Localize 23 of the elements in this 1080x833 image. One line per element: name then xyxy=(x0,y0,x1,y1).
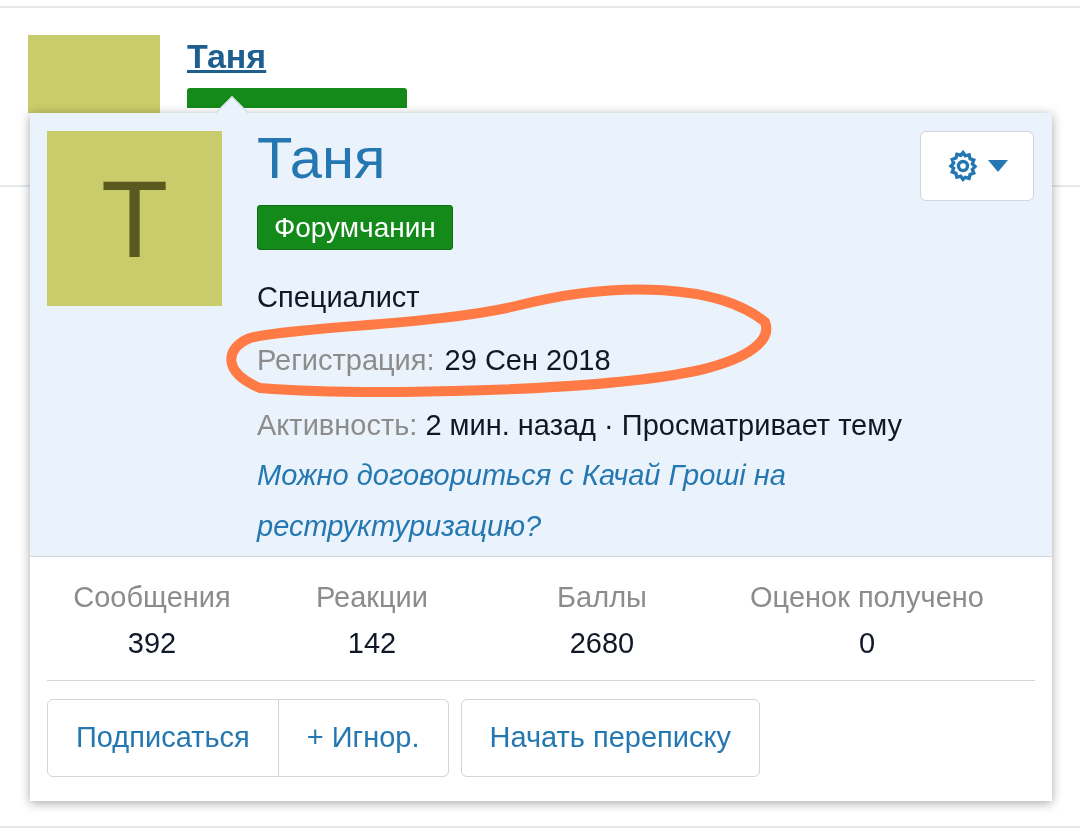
user-name-link[interactable]: Таня xyxy=(187,35,407,78)
user-avatar[interactable]: T xyxy=(47,131,222,306)
start-conversation-button[interactable]: Начать переписку xyxy=(460,698,760,777)
stat-label: Оценок получено xyxy=(750,580,984,615)
user-title: Специалист xyxy=(257,280,421,315)
settings-menu-button[interactable] xyxy=(920,131,1034,201)
stat-label: Баллы xyxy=(557,580,647,615)
thread-link[interactable]: Можно договориться с Качай Гроші на реструктуризацию? xyxy=(257,450,917,552)
stat-label: Сообщения xyxy=(73,580,231,615)
follow-button[interactable]: Подписаться xyxy=(47,698,279,777)
user-name[interactable]: Таня xyxy=(257,129,917,187)
user-badge: Форумчанин xyxy=(257,205,453,250)
registration-date: 29 Сен 2018 xyxy=(444,342,611,378)
settings-icon xyxy=(946,149,980,183)
stat-value: 0 xyxy=(858,626,876,662)
registration-label: Регистрация: xyxy=(257,342,435,378)
stat-value: 392 xyxy=(127,626,177,662)
stat-label: Реакции xyxy=(316,580,428,615)
stat-value: 2680 xyxy=(569,626,635,662)
caret-icon xyxy=(988,160,1008,172)
stat-value: 142 xyxy=(347,626,397,662)
activity-text: Активность: 2 мин. назад · Просматривает тему Можно договориться с Качай Гроші на реструктуризацию? xyxy=(257,399,917,552)
ignore-button[interactable]: + Игнор. xyxy=(278,698,449,777)
